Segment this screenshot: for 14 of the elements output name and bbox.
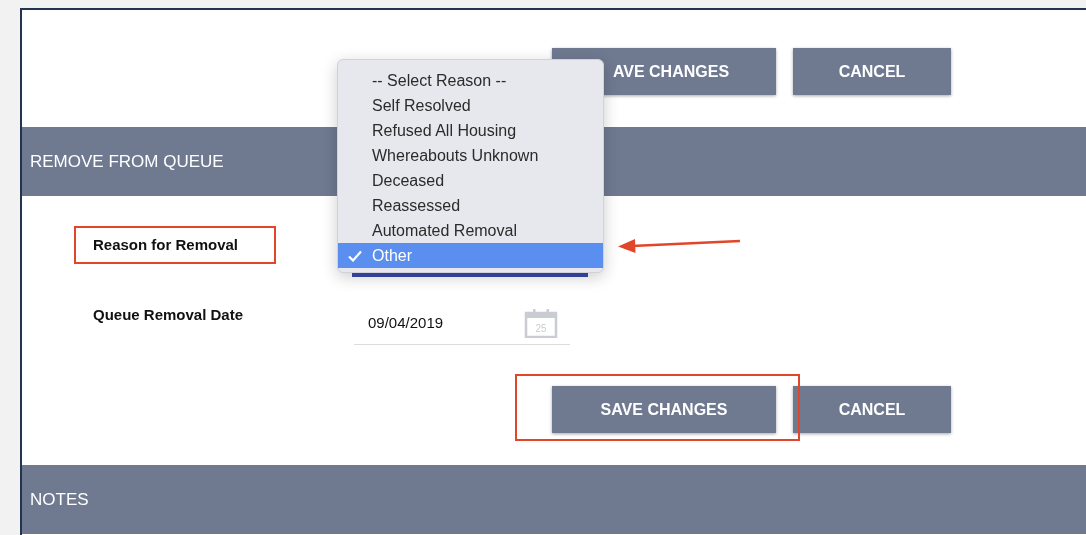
field-label: Reason for Removal bbox=[93, 236, 239, 253]
dropdown-option[interactable]: Whereabouts Unknown bbox=[338, 143, 603, 168]
cancel-button[interactable]: CANCEL bbox=[793, 386, 951, 433]
cancel-button[interactable]: CANCEL bbox=[793, 48, 951, 95]
dropdown-option[interactable]: Reassessed bbox=[338, 193, 603, 218]
save-changes-button[interactable]: SAVE CHANGES bbox=[552, 386, 776, 433]
section-title: NOTES bbox=[30, 489, 89, 510]
field-label: Queue Removal Date bbox=[93, 306, 244, 323]
check-icon bbox=[348, 250, 362, 262]
dropdown-option[interactable]: Self Resolved bbox=[338, 93, 603, 118]
dropdown-option[interactable]: Automated Removal bbox=[338, 218, 603, 243]
dropdown-option[interactable]: Refused All Housing bbox=[338, 118, 603, 143]
section-title: REMOVE FROM QUEUE bbox=[30, 151, 224, 172]
dropdown-option[interactable]: Deceased bbox=[338, 168, 603, 193]
